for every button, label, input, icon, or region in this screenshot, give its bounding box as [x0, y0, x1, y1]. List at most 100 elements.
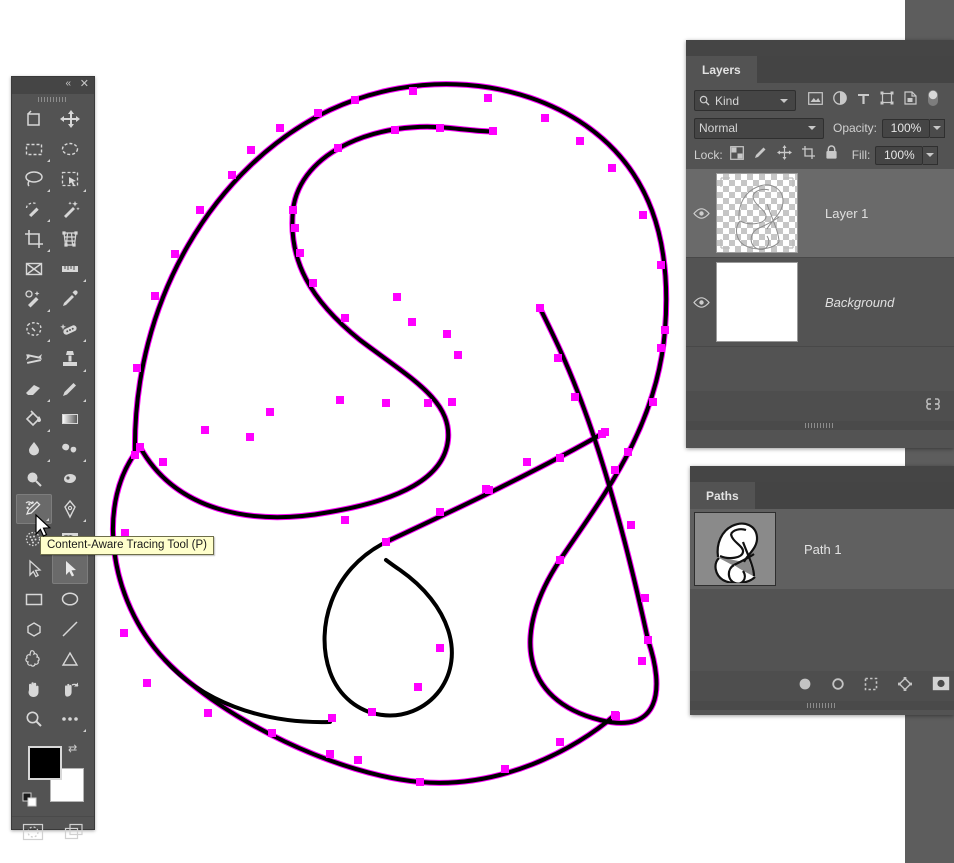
tool-lasso-tool[interactable] — [16, 164, 52, 194]
tool-line-tool[interactable] — [52, 614, 88, 644]
swap-colors-icon[interactable]: ⇄ — [68, 742, 77, 755]
layer-name[interactable]: Layer 1 — [825, 206, 868, 221]
layer-visibility-toggle[interactable] — [686, 296, 716, 308]
filter-kind-select[interactable]: Kind — [694, 90, 796, 111]
tool-ruler-tool[interactable] — [52, 254, 88, 284]
fill-path-button[interactable] — [798, 677, 812, 696]
tool-magic-wand-tool[interactable] — [52, 194, 88, 224]
paths-panel-resize-grip[interactable] — [690, 701, 954, 710]
layers-empty-area — [686, 347, 954, 391]
filter-smart-object-icon[interactable] — [904, 91, 917, 110]
lock-all-icon[interactable] — [825, 145, 838, 165]
toolbar-drag-handle[interactable] — [12, 94, 94, 104]
close-icon[interactable]: ✕ — [80, 78, 89, 91]
tool-perspective-crop-tool[interactable] — [52, 224, 88, 254]
layers-panel-body: Kind Normal Opacity: 100% Lock: Fill: 10… — [686, 83, 954, 430]
tool-path-selection-tool[interactable] — [16, 554, 52, 584]
tool-pen-tool[interactable] — [52, 494, 88, 524]
path-thumbnail[interactable] — [694, 512, 776, 586]
filter-adjustment-icon[interactable] — [833, 91, 847, 110]
tool-eyedropper-tool[interactable] — [52, 284, 88, 314]
tool-burn-tool[interactable] — [52, 464, 88, 494]
paths-tabstrip: Paths — [690, 482, 954, 509]
add-layer-mask-button[interactable] — [932, 676, 950, 696]
layer-thumbnail[interactable] — [716, 262, 798, 342]
tool-smudge-mixer-tool[interactable] — [16, 344, 52, 374]
filter-kind-label: Kind — [715, 93, 740, 108]
tool-quick-selection-tool[interactable] — [16, 194, 52, 224]
tool-elliptical-marquee-tool[interactable] — [52, 134, 88, 164]
layers-panel-resize-grip[interactable] — [686, 421, 954, 430]
tool-move-tool[interactable] — [52, 104, 88, 134]
tool-dodge-tool[interactable] — [52, 434, 88, 464]
blend-mode-value: Normal — [699, 121, 738, 135]
tool-spot-healing-brush-tool[interactable] — [16, 284, 52, 314]
layer-thumbnail[interactable] — [716, 173, 798, 253]
layer-row-background[interactable]: Background — [686, 258, 954, 347]
chevron-down-icon[interactable] — [780, 98, 788, 103]
tool-custom-shape-tool[interactable] — [16, 644, 52, 674]
fill-stepper[interactable] — [923, 145, 939, 165]
layers-panel[interactable]: Layers Kind Normal Opacity: 100% Lock: F… — [686, 40, 954, 448]
collapse-icon[interactable]: « — [65, 78, 70, 89]
tool-patch-tool[interactable] — [16, 314, 52, 344]
blend-mode-select[interactable]: Normal — [694, 117, 824, 139]
tool-edit-toolbar-tool[interactable] — [52, 704, 88, 734]
tool-crop-tool[interactable] — [16, 224, 52, 254]
tool-artboard-tool[interactable] — [16, 104, 52, 134]
tool-rectangle-tool[interactable] — [16, 584, 52, 614]
link-layers-icon[interactable] — [922, 397, 944, 415]
screen-mode-icon[interactable] — [62, 821, 86, 848]
tool-direct-selection-tool[interactable] — [52, 554, 88, 584]
tool-rotate-view-tool[interactable] — [52, 674, 88, 704]
tool-brush-tool[interactable] — [52, 374, 88, 404]
path-row-path-1[interactable]: Path 1 — [690, 509, 954, 589]
tool-hand-tool[interactable] — [16, 674, 52, 704]
tool-clone-stamp-tool[interactable] — [52, 344, 88, 374]
filter-toggle-switch[interactable] — [927, 88, 939, 113]
tool-rectangular-marquee-tool[interactable] — [16, 134, 52, 164]
layers-panel-topbar[interactable] — [686, 40, 954, 56]
tool-eraser-tool[interactable] — [16, 374, 52, 404]
tools-panel[interactable]: « ✕ ⇄ — [11, 76, 95, 840]
foreground-color-swatch[interactable] — [28, 746, 62, 780]
tab-paths[interactable]: Paths — [690, 482, 755, 509]
tool-polygon-tool[interactable] — [16, 614, 52, 644]
lock-artboard-nesting-icon[interactable] — [801, 145, 816, 165]
filter-shape-icon[interactable] — [880, 91, 894, 110]
tab-layers[interactable]: Layers — [686, 56, 757, 83]
tool-object-selection-tool[interactable] — [52, 164, 88, 194]
fill-label: Fill: — [851, 148, 871, 162]
tool-frame-tool[interactable] — [16, 254, 52, 284]
quick-mask-mode-icon[interactable] — [21, 821, 45, 848]
layer-name[interactable]: Background — [825, 295, 894, 310]
tool-sharpen-tool[interactable] — [16, 464, 52, 494]
lock-position-icon[interactable] — [776, 145, 792, 165]
opacity-stepper[interactable] — [930, 118, 946, 138]
opacity-input[interactable]: 100% — [882, 118, 931, 138]
stroke-path-button[interactable] — [831, 677, 845, 696]
tool-triangle-tool[interactable] — [52, 644, 88, 674]
lock-transparent-pixels-icon[interactable] — [729, 145, 744, 165]
tool-zoom-tool[interactable] — [16, 704, 52, 734]
tool-paint-bucket-tool[interactable] — [16, 404, 52, 434]
paths-panel[interactable]: Paths Path 1 — [690, 466, 954, 715]
paths-panel-topbar[interactable] — [690, 466, 954, 482]
fill-input[interactable]: 100% — [875, 145, 924, 165]
make-work-path-button[interactable] — [897, 676, 913, 697]
path-name[interactable]: Path 1 — [804, 542, 842, 557]
tool-gradient-tool[interactable] — [52, 404, 88, 434]
layer-visibility-toggle[interactable] — [686, 207, 716, 219]
layer-row-layer-1[interactable]: Layer 1 — [686, 169, 954, 258]
tool-ellipse-tool[interactable] — [52, 584, 88, 614]
lock-image-pixels-icon[interactable] — [753, 145, 768, 165]
opacity-label: Opacity: — [833, 121, 878, 135]
chevron-down-icon[interactable] — [808, 126, 816, 130]
tool-blur-tool[interactable] — [16, 434, 52, 464]
filter-pixel-icon[interactable] — [808, 91, 823, 110]
tool-healing-brush-tool[interactable] — [52, 314, 88, 344]
filter-type-icon[interactable] — [857, 92, 870, 110]
tool-content-aware-tracing-tool[interactable] — [16, 494, 52, 524]
load-path-as-selection-button[interactable] — [864, 677, 878, 696]
default-colors-icon[interactable] — [22, 792, 38, 813]
